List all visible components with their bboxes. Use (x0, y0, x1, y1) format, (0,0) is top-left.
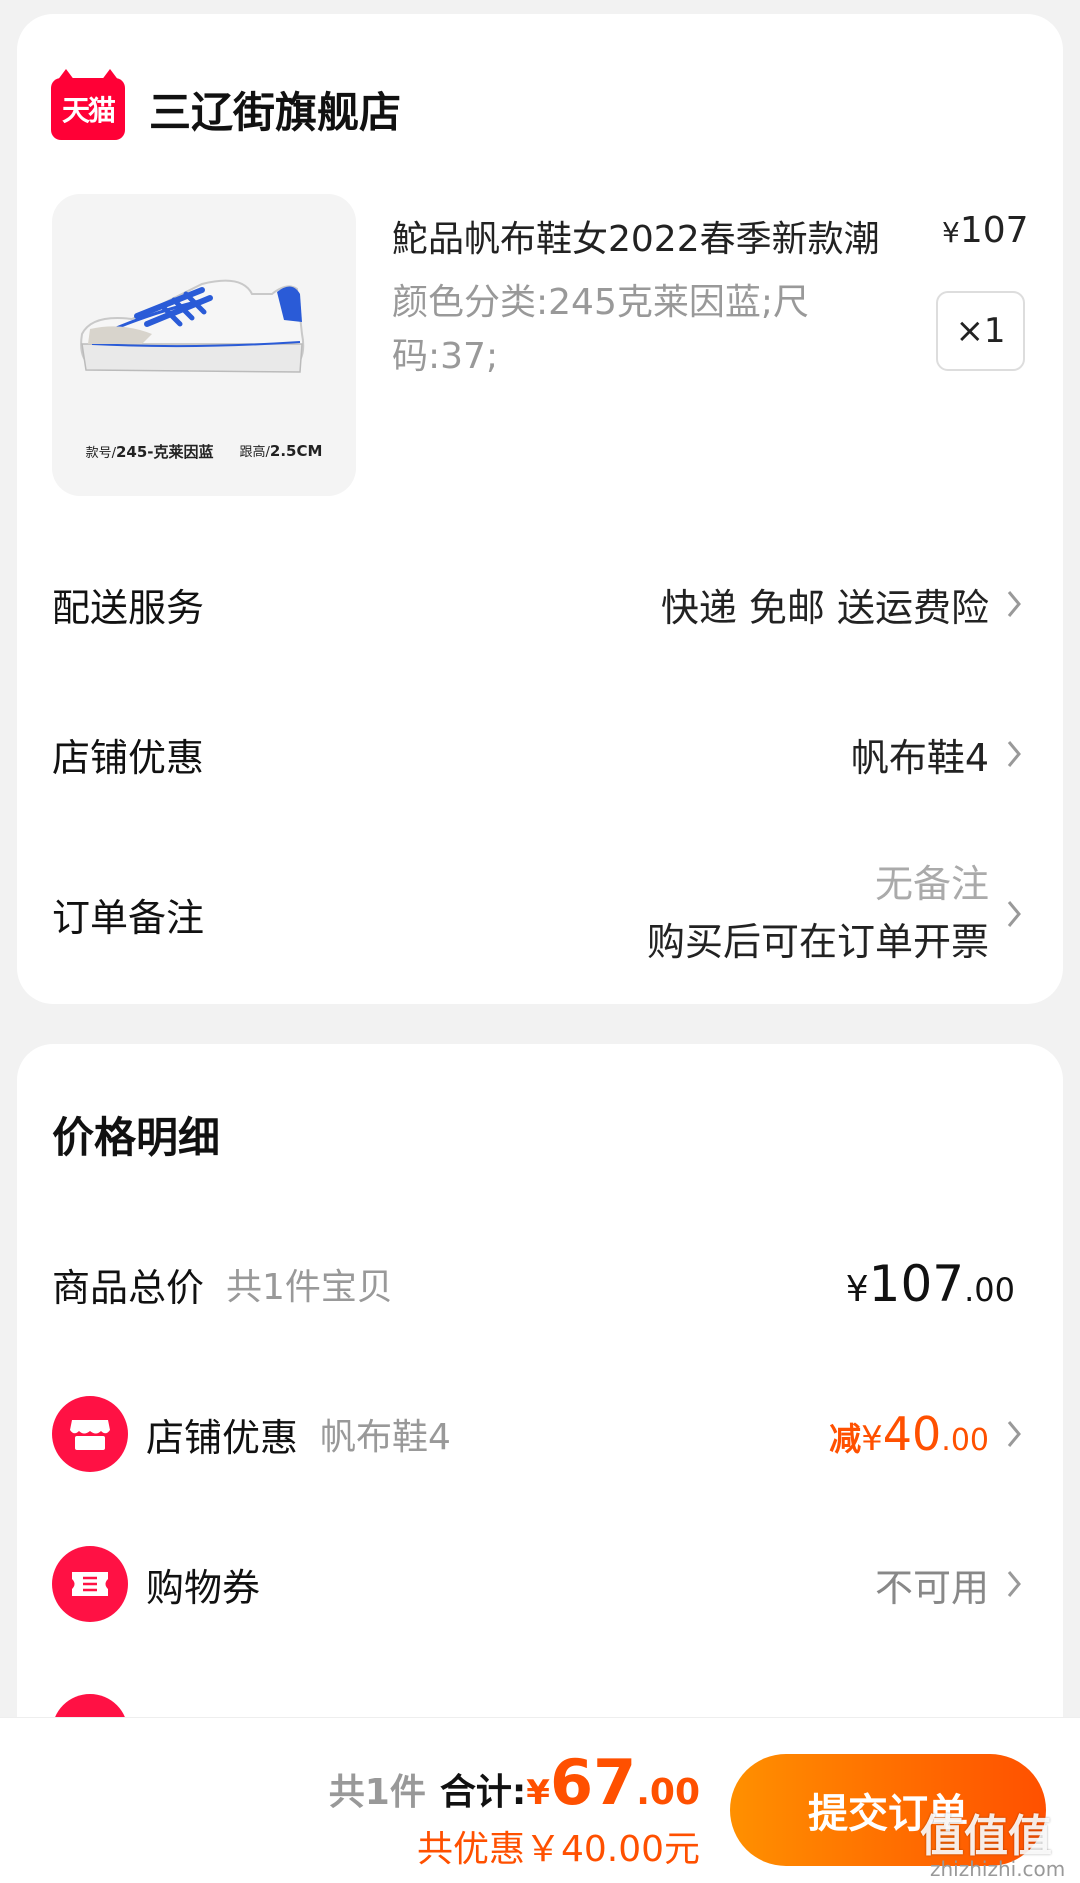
tmall-logo: 天猫 (51, 69, 125, 140)
price-detail-title: 价格明细 (52, 1113, 221, 1162)
delivery-label: 配送服务 (52, 585, 205, 630)
goods-count: 共1件宝贝 (226, 1267, 393, 1308)
product-title[interactable]: 鮀品帆布鞋女2022春季新款潮 (392, 210, 932, 262)
total-label: 合计: (439, 1772, 527, 1813)
shop-name[interactable]: 三辽街旗舰店 (149, 79, 401, 140)
shop-discount-value: 帆布鞋4 (850, 735, 989, 780)
order-total: 共1件 合计: ¥ 67 .00 (328, 1746, 700, 1819)
total-amount: 67 (549, 1746, 637, 1819)
invoice-hint: 购买后可在订单开票 (646, 920, 989, 964)
product-image[interactable]: 款号/245-克莱因蓝 跟高/2.5CM (52, 194, 356, 496)
coupon-label: 购物券 (146, 1565, 261, 1610)
order-card: 天猫 三辽街旗舰店 款号/245-克莱因蓝 跟高/2.5CM 鮀品帆布鞋女202… (17, 14, 1063, 1004)
order-note-value: 无备注 (874, 862, 989, 906)
checkout-bar: 共1件 合计: ¥ 67 .00 共优惠￥40.00元 提交订单 (0, 1717, 1080, 1883)
store-icon (52, 1396, 128, 1472)
chevron-right-icon (999, 737, 1029, 771)
order-note-label: 订单备注 (52, 895, 205, 940)
product-price: ¥107 (942, 210, 1029, 251)
shop-discount-detail-row[interactable]: 店铺优惠 帆布鞋4 减¥40.00 (52, 1384, 1029, 1484)
chevron-right-icon (999, 1417, 1029, 1451)
image-caption: 款号/245-克莱因蓝 跟高/2.5CM (85, 442, 323, 461)
shop-discount-amount: 减¥40.00 (829, 1407, 989, 1461)
shop-discount-row[interactable]: 店铺优惠 帆布鞋4 (52, 704, 1029, 804)
order-note-row[interactable]: 订单备注 无备注 购买后可在订单开票 (52, 844, 1029, 984)
delivery-row[interactable]: 配送服务 快递 免邮 送运费险 (52, 554, 1029, 654)
item-count: 共1件 (328, 1772, 426, 1813)
product-spec: 颜色分类:245克莱因蓝;尺码:37; (392, 282, 809, 377)
watermark-logo: 值值值 (920, 1811, 1052, 1862)
goods-total-row: 商品总价 共1件宝贝 ¥107.00 (52, 1234, 1029, 1334)
watermark-url: zhizhizhi.com (930, 1857, 1066, 1881)
chevron-right-icon (999, 1567, 1029, 1601)
shop-header[interactable]: 天猫 三辽街旗舰店 (51, 69, 401, 146)
goods-total-price: ¥107.00 (845, 1255, 1015, 1313)
total-saved: 共优惠￥40.00元 (416, 1829, 700, 1870)
shop-discount-detail-sub: 帆布鞋4 (320, 1417, 451, 1458)
shop-discount-detail-label: 店铺优惠 (146, 1415, 299, 1460)
delivery-value: 快递 免邮 送运费险 (660, 585, 989, 630)
quantity-stepper[interactable]: ×1 (936, 291, 1025, 371)
goods-total-label: 商品总价 (52, 1265, 205, 1310)
shop-discount-label: 店铺优惠 (52, 735, 205, 780)
coupon-value: 不可用 (874, 1565, 989, 1610)
chevron-right-icon (999, 587, 1029, 621)
coupon-row[interactable]: 购物券 不可用 (52, 1534, 1029, 1634)
ticket-icon (52, 1546, 128, 1622)
chevron-right-icon (999, 897, 1029, 931)
